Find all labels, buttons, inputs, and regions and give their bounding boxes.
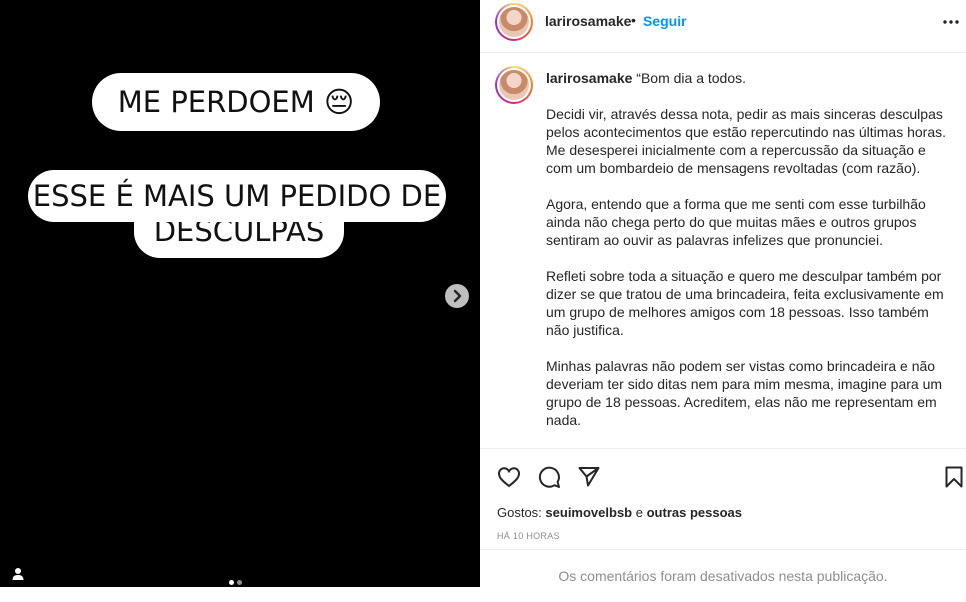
heart-icon[interactable] [497,465,521,489]
post-caption: larirosamake “Bom dia a todos. Decidi vi… [546,69,951,447]
likes-and: e [635,505,643,520]
slide-dot-active [229,580,234,585]
send-icon[interactable] [577,465,601,489]
post-details-panel: larirosamake • Seguir larirosamake “Bom … [480,0,966,587]
text-bubble-line2: ESSE É MAIS UM PEDIDO DE [28,170,446,222]
chevron-right-icon [453,289,462,303]
next-slide-button[interactable] [445,284,469,308]
post-timestamp[interactable]: HÁ 10 HORAS [497,531,560,541]
post-header: larirosamake • Seguir [480,0,966,53]
separator-dot: • [631,12,636,28]
follow-button[interactable]: Seguir [643,13,687,29]
comment-icon[interactable] [537,465,561,489]
caption-paragraph-2: Decidi vir, através dessa nota, pedir as… [546,106,947,176]
slide-dot [237,580,242,585]
bookmark-icon[interactable] [942,465,966,489]
likes-user-link[interactable]: seuimovelbsb [545,505,632,520]
caption-paragraph-5: Minhas palavras não podem ser vistas com… [546,358,943,428]
more-horizontal-icon[interactable] [942,19,960,25]
caption-username[interactable]: larirosamake [546,70,632,86]
slide-indicator [229,580,242,585]
text-bubble-line1: ME PERDOEM 😔 [92,73,380,131]
post-actions: Gostos: seuimovelbsb e outras pessoas HÁ… [480,448,966,589]
likes-prefix: Gostos: [497,505,542,520]
likes-others-link[interactable]: outras pessoas [647,505,742,520]
likes-summary: Gostos: seuimovelbsb e outras pessoas [497,505,742,520]
avatar[interactable] [495,3,533,41]
post-media: DESCULPAS ME PERDOEM 😔 ESSE É MAIS UM PE… [0,0,480,587]
comments-disabled-notice: Os comentários foram desativados nesta p… [480,549,966,590]
header-username[interactable]: larirosamake [545,13,631,29]
caption-paragraph-1: “Bom dia a todos. [636,70,747,86]
caption-paragraph-3: Agora, entendo que a forma que me senti … [546,196,926,248]
caption-avatar[interactable] [495,66,533,104]
person-icon[interactable] [11,567,25,581]
caption-paragraph-4: Refleti sobre toda a situação e quero me… [546,268,944,338]
